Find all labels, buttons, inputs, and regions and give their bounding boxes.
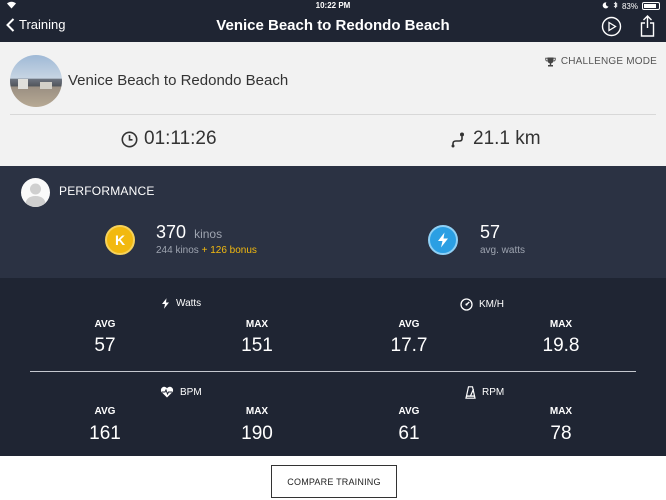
compare-training-button[interactable]: COMPARE TRAINING (271, 465, 397, 498)
avg-watts-label: avg. watts (480, 245, 526, 256)
watts-title: Watts (176, 298, 202, 309)
rpm-avg-value: 61 (398, 423, 420, 444)
lightning-icon (438, 232, 448, 248)
route-card: Venice Beach to Redondo Beach CHALLENGE … (0, 42, 666, 166)
bpm-header: BPM (160, 386, 202, 398)
distance-stat: 21.1 km (450, 128, 541, 150)
kmh-max-value: 19.8 (542, 335, 580, 356)
kmh-avg-label: AVG (398, 319, 420, 330)
nav-bar: Training Venice Beach to Redondo Beach (0, 12, 666, 42)
metronome-icon (465, 386, 476, 399)
back-button-label: Training (19, 17, 66, 32)
play-video-button[interactable] (601, 16, 622, 42)
kinos-value-line: 370 kinos (156, 222, 222, 243)
kinos-breakdown: 244 kinos + 126 bonus (156, 245, 257, 256)
user-icon (25, 183, 46, 207)
bpm-avg-label: AVG (94, 406, 116, 417)
watts-header: Watts (161, 298, 201, 309)
distance-value: 21.1 km (473, 128, 541, 149)
kinos-unit: kinos (194, 227, 223, 241)
route-name: Venice Beach to Redondo Beach (68, 72, 289, 89)
share-icon (640, 15, 655, 37)
watts-avg-label: AVG (94, 319, 116, 330)
bpm-max-value: 190 (241, 423, 273, 444)
page-title: Venice Beach to Redondo Beach (216, 17, 450, 34)
kmh-header: KM/H (460, 298, 504, 311)
bpm-title: BPM (180, 386, 202, 398)
duration-value: 01:11:26 (144, 128, 217, 149)
bluetooth-icon (613, 1, 618, 11)
duration-stat: 01:11:26 (121, 128, 217, 150)
moon-icon (602, 1, 609, 11)
bpm-avg-value: 161 (89, 423, 121, 444)
challenge-mode-button[interactable]: CHALLENGE MODE (545, 56, 657, 67)
kmh-max-label: MAX (549, 319, 573, 330)
challenge-mode-label: CHALLENGE MODE (560, 56, 657, 67)
route-thumbnail (10, 55, 62, 107)
route-distance-icon (451, 132, 464, 147)
rpm-header: RPM (465, 386, 504, 399)
stats-grid: Watts AVG 57 MAX 151 KM/H AVG 17.7 MAX 1… (0, 278, 666, 456)
stats-divider (30, 371, 636, 372)
kinos-coin-icon: K (105, 225, 135, 255)
performance-section: PERFORMANCE K 370 kinos 244 kinos + 126 … (0, 166, 666, 278)
status-time: 10:22 PM (315, 1, 351, 10)
kinos-coin-letter: K (114, 232, 126, 248)
bpm-max-label: MAX (245, 406, 269, 417)
status-right: 83% (602, 1, 660, 11)
rpm-avg-label: AVG (398, 406, 420, 417)
speedometer-icon (460, 298, 473, 311)
rpm-title: RPM (482, 387, 505, 398)
play-circle-icon (601, 16, 622, 37)
heart-rate-icon (160, 386, 174, 398)
kinos-base: 244 kinos (156, 245, 199, 256)
performance-title: PERFORMANCE (59, 184, 155, 198)
chevron-left-icon (6, 17, 15, 32)
watts-max-value: 151 (241, 335, 273, 356)
status-bar: 10:22 PM 83% (0, 0, 666, 12)
watts-avg-value: 57 (94, 335, 116, 356)
avg-watts-value: 57 (480, 222, 501, 242)
lightning-badge-icon (428, 225, 458, 255)
rpm-max-label: MAX (549, 406, 573, 417)
kinos-bonus: + 126 bonus (201, 245, 257, 256)
kmh-title: KM/H (479, 299, 504, 310)
back-button[interactable]: Training (6, 17, 65, 32)
watts-max-label: MAX (245, 319, 269, 330)
trophy-icon (545, 57, 556, 66)
avatar (21, 178, 50, 207)
kinos-value: 370 (156, 222, 187, 242)
route-divider (10, 114, 656, 115)
lightning-icon (162, 298, 169, 309)
battery-icon (642, 2, 660, 10)
rpm-max-value: 78 (550, 423, 572, 444)
kmh-avg-value: 17.7 (390, 335, 428, 356)
battery-percent: 83% (621, 1, 638, 11)
clock-icon (121, 131, 138, 147)
share-button[interactable] (640, 15, 655, 42)
